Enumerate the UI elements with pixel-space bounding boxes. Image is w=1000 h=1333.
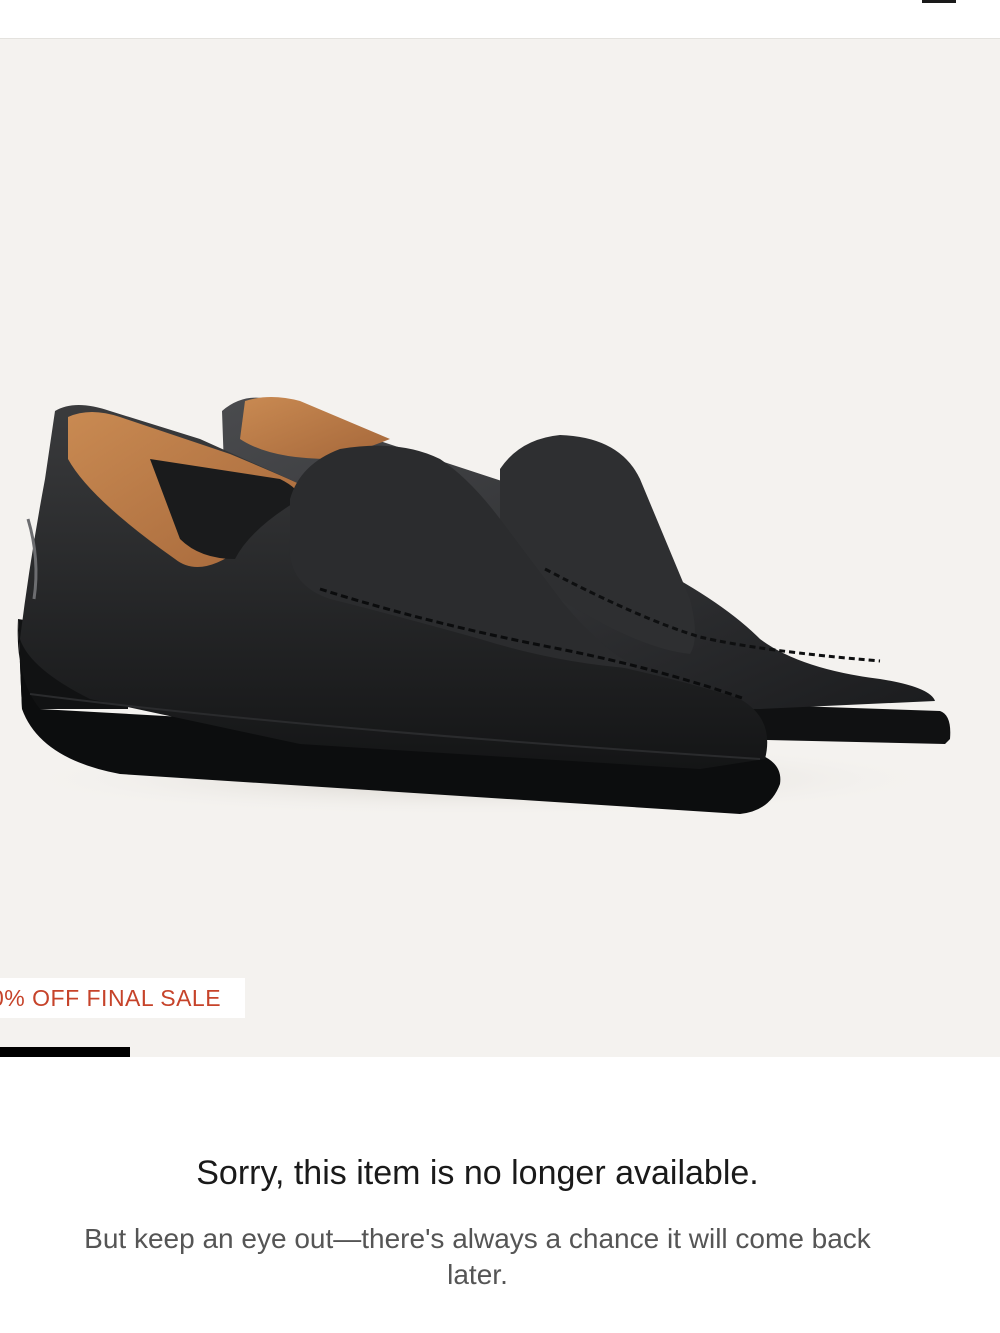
sale-badge: 0% OFF FINAL SALE bbox=[0, 978, 245, 1018]
sale-badge-text: 0% OFF FINAL SALE bbox=[0, 984, 222, 1011]
hamburger-menu-icon[interactable] bbox=[922, 0, 956, 3]
unavailable-title: Sorry, this item is no longer available. bbox=[196, 1154, 759, 1192]
availability-message: Sorry, this item is no longer available.… bbox=[0, 1057, 1000, 1333]
unavailable-description: But keep an eye out—there's always a cha… bbox=[84, 1223, 871, 1290]
top-navigation-bar bbox=[0, 0, 1000, 39]
carousel-progress-indicator bbox=[0, 1047, 130, 1057]
product-image-carousel[interactable]: 0% OFF FINAL SALE bbox=[0, 39, 1000, 1057]
product-image bbox=[10, 397, 951, 817]
